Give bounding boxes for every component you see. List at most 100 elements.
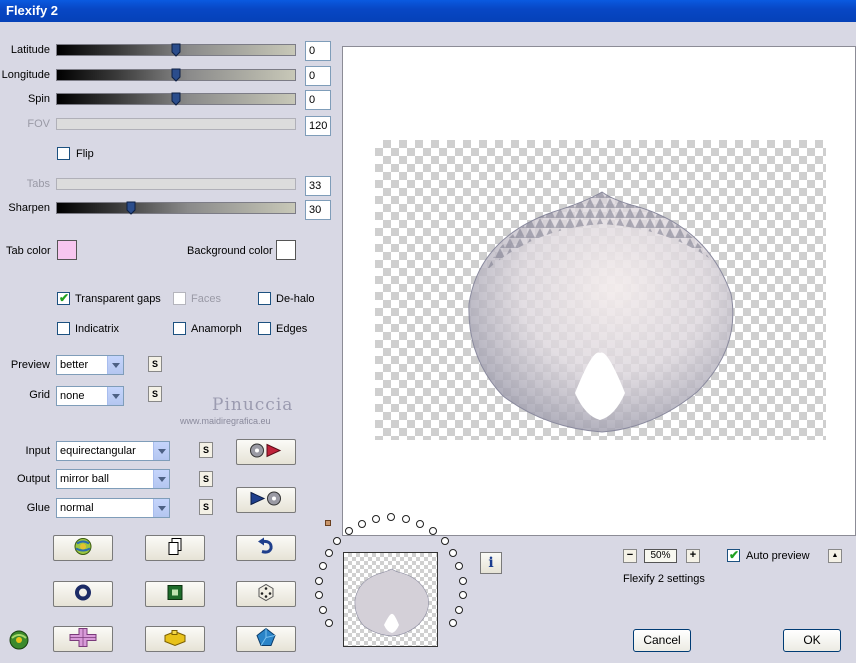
ok-button[interactable]: OK — [783, 629, 841, 652]
longitude-value[interactable]: 0 — [305, 66, 331, 86]
transparent-gaps-checkbox[interactable]: ✔ — [57, 291, 70, 305]
navigator-thumbnail[interactable] — [343, 552, 438, 647]
thumbnail-image — [354, 568, 429, 637]
grid-select-value: none — [60, 390, 85, 402]
edges-label: Edges — [276, 323, 308, 335]
rotation-ring-dot — [318, 605, 327, 614]
transparent-gaps-label: Transparent gaps — [75, 293, 161, 305]
longitude-slider[interactable] — [56, 68, 296, 82]
tabs-slider[interactable] — [56, 178, 296, 190]
sharpen-slider-thumb[interactable] — [126, 201, 136, 215]
settings-text: Flexify 2 settings — [623, 573, 705, 585]
play-film-reel-button[interactable] — [236, 487, 296, 513]
output-label: Output — [16, 473, 50, 485]
zoom-out-button[interactable]: − — [623, 549, 637, 563]
faces-checkbox[interactable] — [173, 292, 186, 305]
cross-icon — [69, 628, 97, 651]
glue-label: Glue — [26, 502, 50, 514]
rotation-ring-dot — [416, 519, 425, 528]
input-select-value: equirectangular — [60, 445, 136, 457]
info-button[interactable]: i — [480, 552, 502, 574]
rotation-ring-dot — [315, 576, 324, 585]
preview-select[interactable]: better — [56, 355, 124, 375]
cancel-button[interactable]: Cancel — [633, 629, 691, 652]
rotation-ring-dot — [455, 605, 464, 614]
spin-value[interactable]: 0 — [305, 90, 331, 110]
input-label: Input — [25, 445, 50, 457]
pentagon-icon — [256, 627, 276, 651]
scroll-up-button[interactable]: ▲ — [828, 549, 842, 563]
dialog-panel: Latitude 0 Longitude 0 Spin 0 FOV 120 Fl… — [0, 22, 856, 663]
preview-select-value: better — [60, 359, 89, 371]
sharpen-slider[interactable] — [56, 201, 296, 215]
tab-color-label: Tab color — [6, 245, 51, 257]
latitude-value[interactable]: 0 — [305, 41, 331, 61]
tab-color-swatch[interactable] — [57, 240, 77, 260]
rotation-ring-dot — [324, 619, 333, 628]
rotation-handle[interactable] — [325, 520, 331, 526]
preview-label: Preview — [10, 359, 50, 371]
zoom-in-button[interactable]: + — [686, 549, 700, 563]
background-color-swatch[interactable] — [276, 240, 296, 260]
cross-button[interactable] — [53, 626, 113, 652]
copy-button[interactable] — [145, 535, 205, 561]
film-reel-play-button[interactable] — [236, 439, 296, 465]
square-button[interactable] — [145, 581, 205, 607]
rotation-ring-dot — [458, 591, 467, 600]
spin-slider[interactable] — [56, 92, 296, 106]
flip-checkbox[interactable] — [57, 147, 70, 160]
indicatrix-checkbox[interactable] — [57, 322, 70, 335]
anamorph-label: Anamorph — [191, 323, 242, 335]
preview-s-button[interactable]: S — [148, 356, 162, 372]
input-select[interactable]: equirectangular — [56, 441, 170, 461]
watermark-name: Pinuccia — [212, 395, 294, 415]
fov-slider[interactable] — [56, 118, 296, 130]
rotation-ring-dot — [324, 548, 333, 557]
latitude-slider[interactable] — [56, 43, 296, 57]
watermark-url: www.maidiregrafica.eu — [180, 416, 271, 426]
de-halo-label: De-halo — [276, 293, 315, 305]
sharpen-value[interactable]: 30 — [305, 200, 331, 220]
grid-s-button[interactable]: S — [148, 386, 162, 402]
rotation-ring-dot — [440, 536, 449, 545]
latitude-slider-thumb[interactable] — [171, 43, 181, 57]
undo-button[interactable] — [236, 535, 296, 561]
tabs-value[interactable]: 33 — [305, 176, 331, 196]
pentagon-button[interactable] — [236, 626, 296, 652]
longitude-slider-thumb[interactable] — [171, 68, 181, 82]
rotation-ring-dot — [333, 536, 342, 545]
input-s-button[interactable]: S — [199, 442, 213, 458]
spin-slider-thumb[interactable] — [171, 92, 181, 106]
grid-select[interactable]: none — [56, 386, 124, 406]
window-title: Flexify 2 — [0, 0, 856, 22]
dice-button[interactable] — [236, 581, 296, 607]
latitude-label: Latitude — [10, 44, 50, 56]
auto-preview-checkbox[interactable]: ✔ — [727, 548, 740, 562]
de-halo-checkbox[interactable] — [258, 292, 271, 305]
grid-label: Grid — [29, 389, 50, 401]
mirror-ball-preview-image — [468, 191, 734, 433]
square-icon — [166, 584, 184, 605]
copy-icon — [167, 538, 183, 559]
ring-button[interactable] — [53, 581, 113, 607]
glue-select[interactable]: normal — [56, 498, 170, 518]
chevron-down-icon — [153, 499, 169, 517]
output-select-value: mirror ball — [60, 473, 109, 485]
anamorph-checkbox[interactable] — [173, 322, 186, 335]
fov-value[interactable]: 120 — [305, 116, 331, 136]
rotation-ring-dot — [357, 519, 366, 528]
globe-icon — [72, 537, 94, 560]
randomize-globe-button[interactable] — [53, 535, 113, 561]
glue-s-button[interactable]: S — [199, 499, 213, 515]
spin-label: Spin — [27, 93, 50, 105]
rotation-ring-dot — [449, 619, 458, 628]
edges-checkbox[interactable] — [258, 322, 271, 335]
rotation-ring-dot — [449, 548, 458, 557]
output-s-button[interactable]: S — [199, 471, 213, 487]
zoom-level: 50% — [644, 549, 677, 563]
ring-icon — [74, 584, 92, 605]
puzzle-icon — [163, 629, 187, 650]
puzzle-button[interactable] — [145, 626, 205, 652]
output-select[interactable]: mirror ball — [56, 469, 170, 489]
rotation-ring-dot — [455, 562, 464, 571]
